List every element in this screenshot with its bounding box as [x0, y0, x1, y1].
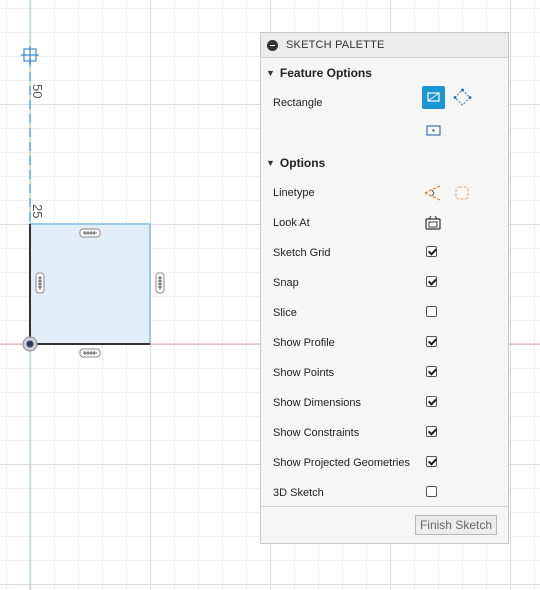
show-points-row: Show Points — [261, 358, 508, 388]
rectangle-label: Rectangle — [273, 97, 323, 109]
look-at-row: Look At — [261, 208, 508, 238]
expand-triangle-icon[interactable]: ▼ — [266, 158, 275, 168]
slice-label: Slice — [273, 307, 297, 319]
show-projected-geometries-row: Show Projected Geometries — [261, 448, 508, 478]
show-profile-checkbox[interactable] — [426, 336, 437, 347]
three-point-rectangle-button[interactable] — [451, 86, 474, 109]
show-constraints-label: Show Constraints — [273, 427, 360, 439]
sketch-point-icon — [21, 46, 39, 64]
two-point-rectangle-icon — [427, 92, 440, 102]
origin-point-icon — [22, 336, 38, 352]
snap-row: Snap — [261, 268, 508, 298]
vertical-constraint-icon — [35, 272, 45, 294]
snap-checkbox[interactable] — [426, 276, 437, 287]
show-dimensions-row: Show Dimensions — [261, 388, 508, 418]
feature-options-heading: Feature Options — [279, 66, 372, 80]
finish-sketch-button[interactable]: Finish Sketch — [414, 515, 497, 535]
sketch-palette: SKETCH PALETTE ▼ Feature Options Rectang… — [260, 32, 509, 544]
look-at-icon[interactable] — [424, 214, 442, 232]
options-section[interactable]: ▼ Options — [261, 148, 508, 178]
two-point-rectangle-button[interactable] — [422, 86, 445, 109]
3d-sketch-label: 3D Sketch — [273, 487, 324, 499]
linetype-row: Linetype — [261, 178, 508, 208]
show-constraints-checkbox[interactable] — [426, 426, 437, 437]
collapse-palette-icon[interactable] — [267, 39, 278, 51]
snap-label: Snap — [273, 277, 299, 289]
sketch-grid-checkbox[interactable] — [426, 246, 437, 257]
show-constraints-row: Show Constraints — [261, 418, 508, 448]
horizontal-constraint-icon — [79, 228, 101, 238]
centerline-linetype-icon[interactable] — [453, 184, 471, 202]
expand-triangle-icon[interactable]: ▼ — [266, 68, 275, 78]
palette-footer: Finish Sketch — [261, 506, 508, 543]
construction-linetype-icon[interactable] — [423, 184, 443, 202]
palette-header: SKETCH PALETTE — [261, 33, 508, 58]
show-projected-geometries-checkbox[interactable] — [426, 456, 437, 467]
slice-checkbox[interactable] — [426, 306, 437, 317]
rectangle-row-2 — [261, 118, 508, 148]
rectangle-profile — [29, 223, 151, 345]
3d-sketch-row: 3D Sketch — [261, 478, 508, 508]
axis-label-50: 50 — [30, 84, 45, 99]
linetype-label: Linetype — [273, 187, 315, 199]
feature-options-section[interactable]: ▼ Feature Options — [261, 58, 508, 88]
show-projected-geometries-label: Show Projected Geometries — [273, 457, 410, 469]
rectangle-row: Rectangle — [261, 86, 508, 118]
options-heading: Options — [279, 156, 326, 170]
sketch-grid-row: Sketch Grid — [261, 238, 508, 268]
center-rectangle-button[interactable] — [422, 119, 445, 142]
palette-title: SKETCH PALETTE — [286, 39, 385, 51]
show-points-checkbox[interactable] — [426, 366, 437, 377]
sketch-grid-label: Sketch Grid — [273, 247, 331, 259]
show-profile-label: Show Profile — [273, 337, 335, 349]
show-dimensions-checkbox[interactable] — [426, 396, 437, 407]
look-at-label: Look At — [273, 217, 310, 229]
show-profile-row: Show Profile — [261, 328, 508, 358]
three-point-rectangle-icon — [453, 88, 472, 106]
slice-row: Slice — [261, 298, 508, 328]
vertical-constraint-icon — [155, 272, 165, 294]
show-points-label: Show Points — [273, 367, 335, 379]
options-toggle-list: Sketch Grid Snap Slice Show Profile Show… — [261, 238, 508, 508]
center-rectangle-icon — [426, 125, 441, 136]
3d-sketch-checkbox[interactable] — [426, 486, 437, 497]
show-dimensions-label: Show Dimensions — [273, 397, 362, 409]
axis-label-25: 25 — [30, 204, 45, 219]
horizontal-constraint-icon — [79, 348, 101, 358]
